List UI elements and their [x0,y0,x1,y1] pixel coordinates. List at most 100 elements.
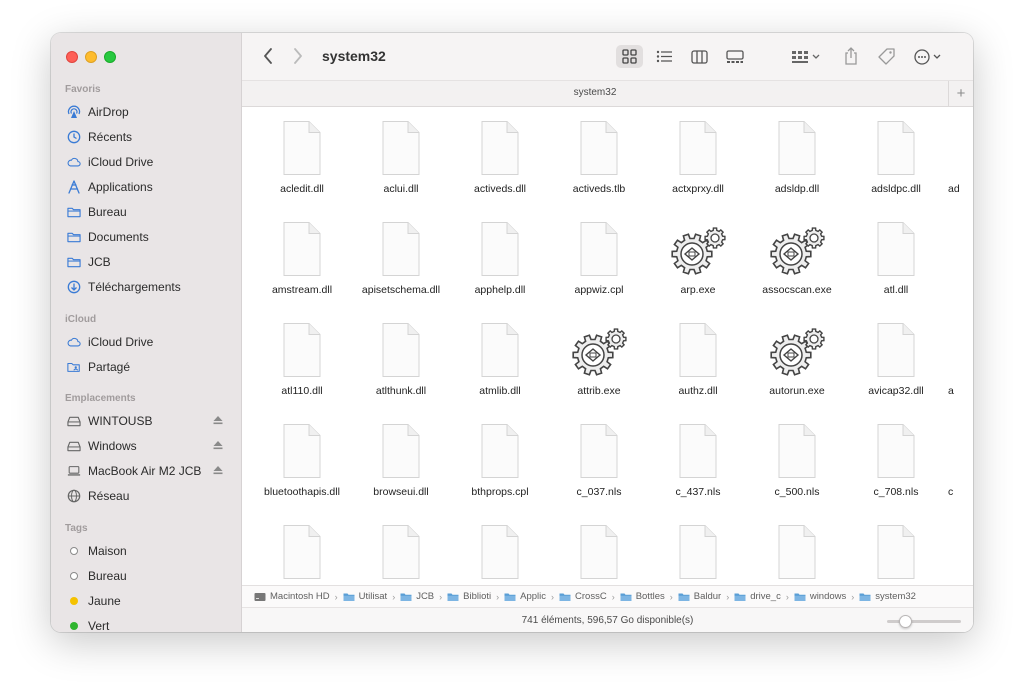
file-item[interactable]: atlthunk.dll [353,310,449,400]
icon-size-slider-knob[interactable] [899,615,912,628]
file-item[interactable]: atmlib.dll [452,310,548,400]
eject-icon[interactable] [212,439,224,451]
share-button[interactable] [840,44,862,68]
path-segment[interactable]: Utilisat [343,591,387,602]
document-icon [475,423,525,479]
more-actions-button[interactable] [912,45,946,68]
file-item-exe[interactable]: autorun.exe [749,310,845,400]
sidebar-item-icloud-drive[interactable]: iCloud Drive [51,149,242,174]
file-item[interactable]: actxprxy.dll [650,108,746,198]
sidebar-section-favorites: Favoris AirDrop Récents iCloud Drive Applica… [51,81,242,299]
file-item[interactable] [353,512,449,579]
minimize-window-button[interactable] [85,51,97,63]
file-item[interactable]: apisetschema.dll [353,209,449,299]
sidebar-item-bureau[interactable]: Bureau [51,563,242,588]
file-item[interactable] [947,209,973,299]
file-name: adsldp.dll [774,183,820,195]
sidebar-item-icloud-drive[interactable]: iCloud Drive [51,329,242,354]
file-item[interactable]: aclui.dll [353,108,449,198]
sidebar-item-r-seau[interactable]: Réseau [51,483,242,508]
eject-icon[interactable] [212,414,224,426]
document-icon [673,322,723,378]
maximize-window-button[interactable] [104,51,116,63]
sidebar-item-macbook-air-m2-jcb[interactable]: MacBook Air M2 JCB [51,458,242,483]
file-item[interactable] [848,512,944,579]
file-item[interactable] [749,512,845,579]
file-item[interactable]: c [947,411,973,501]
sidebar-item-vert[interactable]: Vert [51,613,242,632]
forward-button[interactable] [288,46,308,66]
path-segment[interactable]: drive_c [734,591,781,602]
file-item[interactable]: bluetoothapis.dll [254,411,350,501]
sidebar-item-r-cents[interactable]: Récents [51,124,242,149]
file-item[interactable]: atl.dll [848,209,944,299]
sidebar-item-jcb[interactable]: JCB [51,249,242,274]
sidebar-item-jaune[interactable]: Jaune [51,588,242,613]
sidebar-item-t-l-chargements[interactable]: Téléchargements [51,274,242,299]
path-segment[interactable]: windows [794,591,846,602]
document-icon [277,322,327,378]
path-segment[interactable]: JCB [400,591,434,602]
file-item-exe[interactable]: attrib.exe [551,310,647,400]
file-item-exe[interactable]: arp.exe [650,209,746,299]
file-item[interactable]: acledit.dll [254,108,350,198]
file-item[interactable]: c_037.nls [551,411,647,501]
file-item[interactable]: a [947,310,973,400]
file-item[interactable]: avicap32.dll [848,310,944,400]
group-by-button[interactable] [788,45,824,68]
file-item[interactable]: c_708.nls [848,411,944,501]
path-segment-label: windows [809,591,847,602]
file-item[interactable]: c_500.nls [749,411,845,501]
file-item[interactable]: activeds.tlb [551,108,647,198]
file-item[interactable]: atl110.dll [254,310,350,400]
file-item[interactable] [452,512,548,579]
file-item[interactable]: browseui.dll [353,411,449,501]
file-item[interactable] [254,512,350,579]
sidebar-item-partag-[interactable]: Partagé [51,354,242,379]
path-segment-label: JCB [416,591,435,602]
file-item[interactable]: appwiz.cpl [551,209,647,299]
file-name: acledit.dll [280,183,324,195]
file-item[interactable]: bthprops.cpl [452,411,548,501]
file-item[interactable]: adsldpc.dll [848,108,944,198]
chevron-right-icon [294,48,302,64]
back-button[interactable] [258,46,278,66]
sidebar-item-label: iCloud Drive [88,334,154,349]
path-segment[interactable]: Macintosh HD [254,591,330,602]
tab-system32[interactable]: system32 [242,87,948,98]
path-segment[interactable]: Baldur [678,591,721,602]
view-list-button[interactable] [651,45,678,68]
file-item[interactable]: apphelp.dll [452,209,548,299]
path-segment[interactable]: Biblioti [447,591,491,602]
view-columns-button[interactable] [686,45,713,68]
file-item[interactable]: adsldp.dll [749,108,845,198]
file-item-exe[interactable]: assocscan.exe [749,209,845,299]
file-item[interactable]: authz.dll [650,310,746,400]
path-segment[interactable]: Bottles [620,591,665,602]
file-item[interactable]: c_437.nls [650,411,746,501]
tags-button[interactable] [874,45,898,68]
sidebar-item-applications[interactable]: Applications [51,174,242,199]
file-item[interactable]: ad [947,108,973,198]
file-item[interactable] [650,512,746,579]
document-icon [772,120,822,176]
eject-icon[interactable] [212,464,224,476]
new-tab-button[interactable]: + [948,81,973,107]
sidebar-item-maison[interactable]: Maison [51,538,242,563]
icon-size-slider[interactable] [887,615,961,628]
sidebar-item-documents[interactable]: Documents [51,224,242,249]
file-item[interactable]: amstream.dll [254,209,350,299]
file-item[interactable] [551,512,647,579]
cloud-icon [67,155,81,169]
view-gallery-button[interactable] [721,45,748,68]
path-segment[interactable]: Applic [504,591,546,602]
sidebar-item-bureau[interactable]: Bureau [51,199,242,224]
file-item[interactable]: activeds.dll [452,108,548,198]
view-icons-button[interactable] [616,45,643,68]
sidebar-item-wintousb[interactable]: WINTOUSB [51,408,242,433]
path-segment[interactable]: CrossC [559,591,607,602]
sidebar-item-airdrop[interactable]: AirDrop [51,99,242,124]
close-window-button[interactable] [66,51,78,63]
path-segment[interactable]: system32 [859,591,916,602]
sidebar-item-windows[interactable]: Windows [51,433,242,458]
